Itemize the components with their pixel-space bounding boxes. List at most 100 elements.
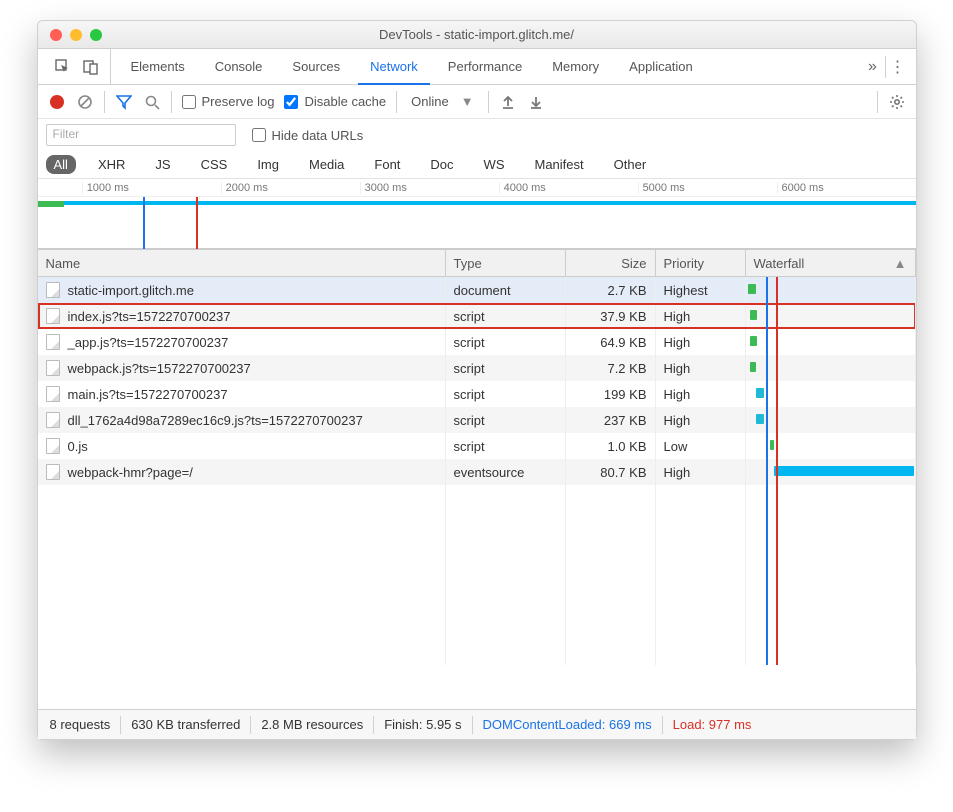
throttle-select[interactable]: Online ▼	[407, 94, 477, 109]
cell-size: 2.7 KB	[566, 277, 656, 303]
disable-cache-label: Disable cache	[304, 94, 386, 109]
cell-priority: High	[656, 407, 746, 433]
timeline-tick: 1000 ms	[82, 182, 221, 194]
timeline-body	[38, 197, 916, 249]
col-priority[interactable]: Priority	[656, 250, 746, 276]
tab-application[interactable]: Application	[617, 49, 705, 84]
col-size[interactable]: Size	[566, 250, 656, 276]
kebab-menu-icon[interactable]: ⋮	[886, 57, 910, 77]
cell-type: script	[446, 433, 566, 459]
network-toolbar: Preserve log Disable cache Online ▼	[38, 85, 916, 119]
titlebar: DevTools - static-import.glitch.me/	[38, 21, 916, 49]
footer-resources: 2.8 MB resources	[261, 717, 363, 732]
timeline-tick: 5000 ms	[638, 182, 777, 194]
cell-name: static-import.glitch.me	[38, 277, 446, 303]
type-doc[interactable]: Doc	[422, 155, 461, 174]
cell-type: script	[446, 355, 566, 381]
cell-size: 64.9 KB	[566, 329, 656, 355]
search-icon[interactable]	[143, 93, 161, 111]
type-js[interactable]: JS	[147, 155, 178, 174]
type-filter-row: All XHR JS CSS Img Media Font Doc WS Manifest Othe…	[38, 151, 916, 179]
filter-icon[interactable]	[115, 93, 133, 111]
hide-data-urls-checkbox[interactable]: Hide data URLs	[252, 128, 364, 143]
request-row[interactable]: 0.jsscript1.0 KBLow	[38, 433, 916, 459]
clear-icon[interactable]	[76, 93, 94, 111]
type-media[interactable]: Media	[301, 155, 352, 174]
inspect-icon[interactable]	[54, 58, 72, 76]
close-window-button[interactable]	[50, 29, 62, 41]
request-row[interactable]: dll_1762a4d98a7289ec16c9.js?ts=157227070…	[38, 407, 916, 433]
cell-type: eventsource	[446, 459, 566, 485]
tab-sources[interactable]: Sources	[280, 49, 352, 84]
request-row[interactable]: main.js?ts=1572270700237script199 KBHigh	[38, 381, 916, 407]
tab-performance[interactable]: Performance	[436, 49, 534, 84]
type-xhr[interactable]: XHR	[90, 155, 133, 174]
cell-priority: High	[656, 355, 746, 381]
upload-har-icon[interactable]	[499, 93, 517, 111]
tab-console[interactable]: Console	[203, 49, 275, 84]
record-button[interactable]	[48, 93, 66, 111]
tab-memory[interactable]: Memory	[540, 49, 611, 84]
tab-network[interactable]: Network	[358, 50, 430, 85]
timeline-tick: 3000 ms	[360, 182, 499, 194]
cell-size: 37.9 KB	[566, 303, 656, 329]
cell-size: 1.0 KB	[566, 433, 656, 459]
request-grid: Name Type Size Priority Waterfall ▲ stat…	[38, 249, 916, 709]
cell-priority: High	[656, 459, 746, 485]
cell-name: _app.js?ts=1572270700237	[38, 329, 446, 355]
filter-row: Filter Hide data URLs	[38, 119, 916, 151]
filter-input[interactable]: Filter	[46, 124, 236, 146]
footer-transferred: 630 KB transferred	[131, 717, 240, 732]
disable-cache-checkbox[interactable]: Disable cache	[284, 94, 386, 109]
footer-requests: 8 requests	[50, 717, 111, 732]
request-row[interactable]: webpack-hmr?page=/eventsource80.7 KBHigh	[38, 459, 916, 485]
cell-waterfall	[746, 381, 916, 407]
devtools-window: DevTools - static-import.glitch.me/ Elem…	[37, 20, 917, 740]
settings-icon[interactable]	[888, 93, 906, 111]
type-all[interactable]: All	[46, 155, 76, 174]
maximize-window-button[interactable]	[90, 29, 102, 41]
status-footer: 8 requests 630 KB transferred 2.8 MB res…	[38, 709, 916, 739]
request-row[interactable]: _app.js?ts=1572270700237script64.9 KBHig…	[38, 329, 916, 355]
type-ws[interactable]: WS	[476, 155, 513, 174]
type-font[interactable]: Font	[366, 155, 408, 174]
empty-area	[38, 485, 916, 665]
request-row[interactable]: index.js?ts=1572270700237script37.9 KBHi…	[38, 303, 916, 329]
type-css[interactable]: CSS	[193, 155, 236, 174]
more-tabs-icon[interactable]: »	[861, 58, 885, 76]
col-type[interactable]: Type	[446, 250, 566, 276]
download-har-icon[interactable]	[527, 93, 545, 111]
timeline-tick: 6000 ms	[777, 182, 916, 194]
cell-type: script	[446, 303, 566, 329]
footer-finish: Finish: 5.95 s	[384, 717, 461, 732]
col-name[interactable]: Name	[38, 250, 446, 276]
type-img[interactable]: Img	[249, 155, 287, 174]
file-icon	[46, 438, 60, 454]
timeline-ticks: 1000 ms2000 ms3000 ms4000 ms5000 ms6000 …	[38, 179, 916, 197]
request-row[interactable]: webpack.js?ts=1572270700237script7.2 KBH…	[38, 355, 916, 381]
traffic-lights	[38, 29, 102, 41]
tab-elements[interactable]: Elements	[119, 49, 197, 84]
cell-type: script	[446, 329, 566, 355]
minimize-window-button[interactable]	[70, 29, 82, 41]
window-title: DevTools - static-import.glitch.me/	[38, 27, 916, 42]
cell-size: 7.2 KB	[566, 355, 656, 381]
type-other[interactable]: Other	[606, 155, 655, 174]
cell-priority: High	[656, 329, 746, 355]
file-icon	[46, 308, 60, 324]
cell-name: 0.js	[38, 433, 446, 459]
chevron-down-icon: ▼	[461, 94, 474, 109]
file-icon	[46, 334, 60, 350]
cell-waterfall	[746, 277, 916, 303]
cell-waterfall	[746, 329, 916, 355]
device-toggle-icon[interactable]	[82, 58, 100, 76]
preserve-log-label: Preserve log	[202, 94, 275, 109]
footer-dcl: DOMContentLoaded: 669 ms	[483, 717, 652, 732]
timeline-overview[interactable]: 1000 ms2000 ms3000 ms4000 ms5000 ms6000 …	[38, 179, 916, 249]
type-manifest[interactable]: Manifest	[527, 155, 592, 174]
preserve-log-checkbox[interactable]: Preserve log	[182, 94, 275, 109]
grid-header: Name Type Size Priority Waterfall ▲	[38, 249, 916, 277]
request-row[interactable]: static-import.glitch.medocument2.7 KBHig…	[38, 277, 916, 303]
col-waterfall[interactable]: Waterfall ▲	[746, 250, 916, 276]
cell-size: 237 KB	[566, 407, 656, 433]
